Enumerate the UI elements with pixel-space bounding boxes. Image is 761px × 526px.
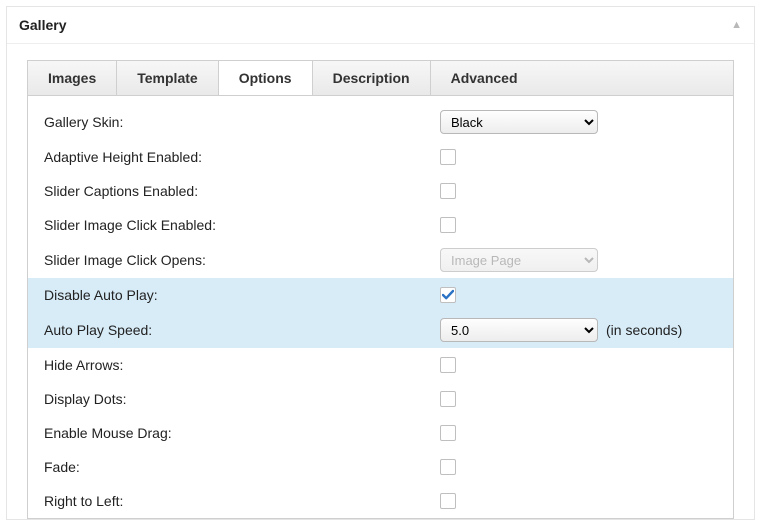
tabs: ImagesTemplateOptionsDescriptionAdvanced [27, 60, 734, 96]
label-hide-arrows: Hide Arrows: [44, 357, 440, 373]
select-gallery-skin[interactable]: Black [440, 110, 598, 134]
row-gallery-skin: Gallery Skin: Black [28, 104, 733, 140]
row-slider-image-click: Slider Image Click Enabled: [28, 208, 733, 242]
label-disable-autoplay: Disable Auto Play: [44, 287, 440, 303]
checkbox-display-dots[interactable] [440, 391, 456, 407]
checkbox-adaptive-height[interactable] [440, 149, 456, 165]
checkbox-mouse-drag[interactable] [440, 425, 456, 441]
checkbox-rtl[interactable] [440, 493, 456, 509]
tab-advanced[interactable]: Advanced [431, 61, 538, 95]
label-autoplay-speed: Auto Play Speed: [44, 322, 440, 338]
row-slider-captions: Slider Captions Enabled: [28, 174, 733, 208]
row-display-dots: Display Dots: [28, 382, 733, 416]
gallery-panel: Gallery ▲ ImagesTemplateOptionsDescripti… [6, 6, 755, 520]
tab-description[interactable]: Description [313, 61, 431, 95]
panel-header[interactable]: Gallery ▲ [7, 7, 754, 44]
row-rtl: Right to Left: [28, 484, 733, 518]
autoplay-speed-suffix: (in seconds) [606, 322, 682, 338]
row-hide-arrows: Hide Arrows: [28, 348, 733, 382]
row-autoplay-speed: Auto Play Speed: 5.0 (in seconds) [28, 312, 733, 348]
tab-template[interactable]: Template [117, 61, 218, 95]
label-gallery-skin: Gallery Skin: [44, 114, 440, 130]
row-disable-autoplay: Disable Auto Play: [28, 278, 733, 312]
label-rtl: Right to Left: [44, 493, 440, 509]
row-adaptive-height: Adaptive Height Enabled: [28, 140, 733, 174]
label-slider-image-click: Slider Image Click Enabled: [44, 217, 440, 233]
row-mouse-drag: Enable Mouse Drag: [28, 416, 733, 450]
label-fade: Fade: [44, 459, 440, 475]
checkbox-slider-captions[interactable] [440, 183, 456, 199]
checkbox-hide-arrows[interactable] [440, 357, 456, 373]
label-slider-captions: Slider Captions Enabled: [44, 183, 440, 199]
tab-images[interactable]: Images [28, 61, 117, 95]
checkbox-slider-image-click[interactable] [440, 217, 456, 233]
label-display-dots: Display Dots: [44, 391, 440, 407]
checkbox-fade[interactable] [440, 459, 456, 475]
row-fade: Fade: [28, 450, 733, 484]
panel-title: Gallery [19, 17, 66, 33]
tab-options[interactable]: Options [219, 61, 313, 95]
checkbox-disable-autoplay[interactable] [440, 287, 456, 303]
select-click-opens[interactable]: Image Page [440, 248, 598, 272]
label-mouse-drag: Enable Mouse Drag: [44, 425, 440, 441]
select-autoplay-speed[interactable]: 5.0 [440, 318, 598, 342]
options-sheet: Gallery Skin: Black Adaptive Height Enab… [27, 96, 734, 519]
collapse-icon[interactable]: ▲ [731, 19, 742, 31]
label-adaptive-height: Adaptive Height Enabled: [44, 149, 440, 165]
label-click-opens: Slider Image Click Opens: [44, 252, 440, 268]
panel-body: ImagesTemplateOptionsDescriptionAdvanced… [7, 44, 754, 519]
row-click-opens: Slider Image Click Opens: Image Page [28, 242, 733, 278]
